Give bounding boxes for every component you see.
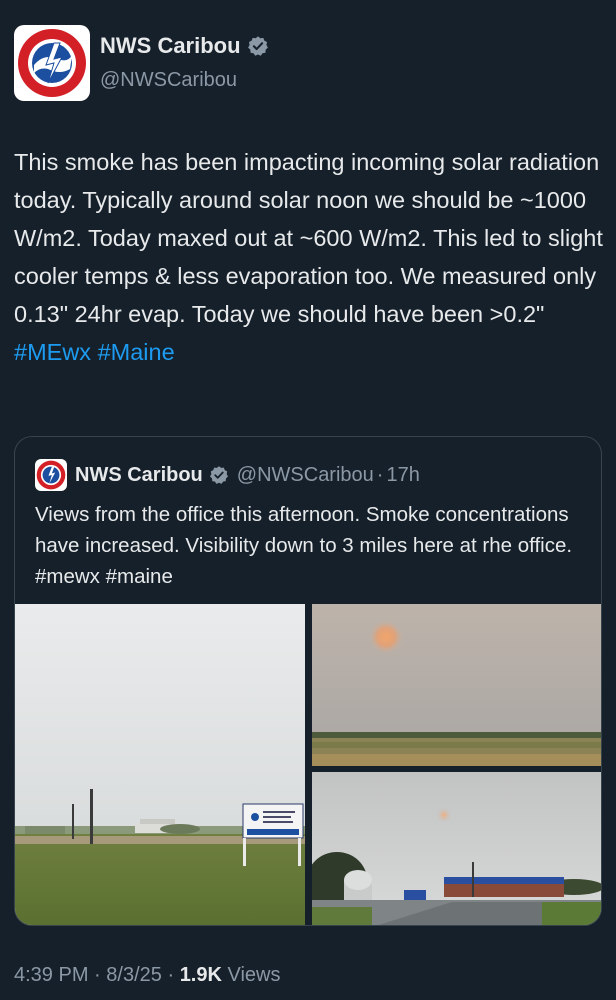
hashtag-maine[interactable]: #Maine [98,339,175,365]
photo-office-building[interactable] [312,772,601,925]
quoted-author-avatar [35,459,67,491]
verified-badge-icon [247,36,268,56]
nws-logo-icon [18,29,86,97]
tweet-text: This smoke has been impacting incoming s… [14,143,604,371]
author-name[interactable]: NWS Caribou [100,33,241,59]
tweet-date[interactable]: 8/3/25 [106,964,162,986]
quoted-tweet[interactable]: NWS Caribou @NWSCaribou · 17h Views from… [14,436,602,926]
hashtag-mewx[interactable]: #MEwx [14,339,91,365]
author-avatar[interactable] [14,25,90,101]
tweet-meta: 4:39 PM · 8/3/25 · 1.9K Views [14,964,281,987]
views-label: Views [227,964,281,986]
tweet-header: NWS Caribou @NWSCaribou [14,25,604,101]
meta-dot: · [94,964,101,986]
views-count: 1.9K [179,964,222,986]
quoted-author-handle: @NWSCaribou [236,463,374,486]
tweet-body: This smoke has been impacting incoming s… [14,149,603,327]
author-handle[interactable]: @NWSCaribou [100,69,237,92]
tweet-time[interactable]: 4:39 PM [14,964,88,986]
verified-badge-icon [209,466,228,484]
photo-smoky-sun-field[interactable] [312,604,601,766]
nws-logo-icon [36,460,66,490]
photo-office-sign[interactable] [15,604,305,925]
media-grid [15,604,601,925]
separator-dot: · [376,463,384,486]
quoted-time: 17h [386,463,420,486]
meta-dot: · [167,964,175,986]
quoted-author-name: NWS Caribou [75,463,203,486]
quoted-text: Views from the office this afternoon. Sm… [35,503,573,588]
